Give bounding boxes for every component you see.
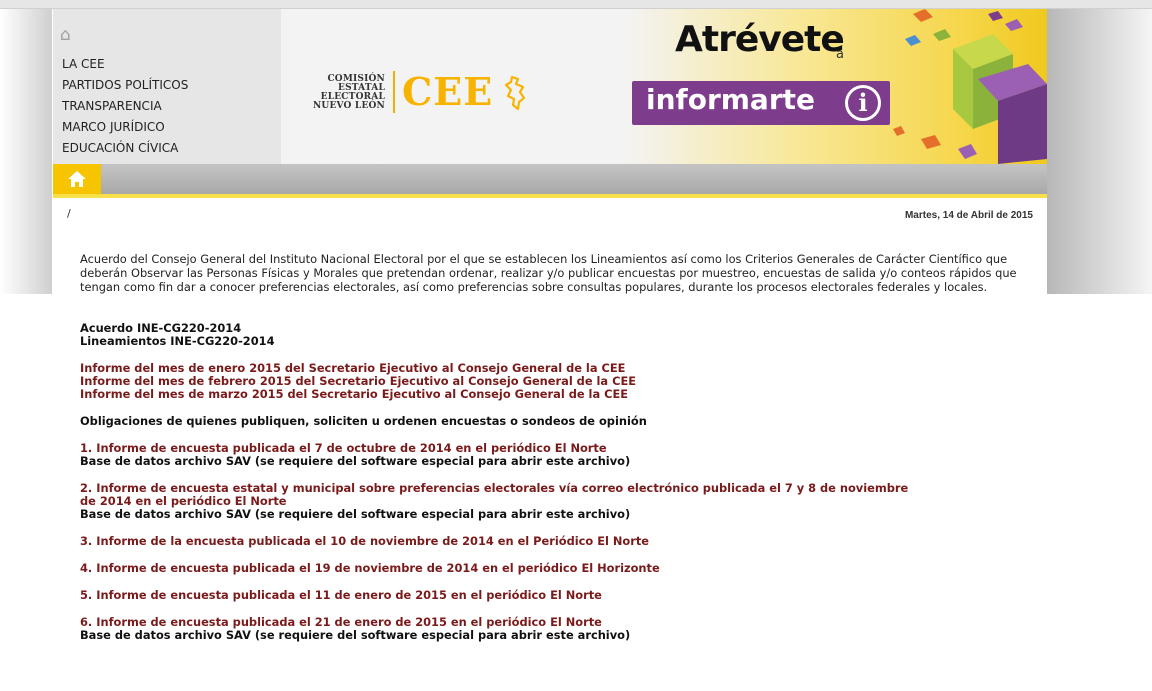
obligaciones-heading: Obligaciones de quienes publiquen, solic…: [80, 414, 647, 428]
encuesta-5-link[interactable]: 5. Informe de encuesta publicada el 11 d…: [80, 589, 1035, 602]
home-button[interactable]: [53, 164, 101, 194]
left-page-margin: [0, 9, 52, 294]
promo-title: Atrévete: [675, 19, 845, 60]
home-icon: [68, 171, 86, 187]
decorative-cubes: [893, 9, 1047, 164]
promo-title-suffix: a: [836, 47, 844, 62]
intro-paragraph: Acuerdo del Consejo General del Institut…: [80, 252, 1017, 294]
encuesta-4-link[interactable]: 4. Informe de encuesta publicada el 19 d…: [80, 562, 1035, 575]
info-icon: i: [845, 85, 881, 121]
encuesta-3-block: 3. Informe de la encuesta publicada el 1…: [80, 535, 1035, 548]
informarte-label: informarte: [646, 83, 816, 116]
informe-marzo-link[interactable]: Informe del mes de marzo 2015 del Secret…: [80, 388, 1035, 401]
site-header: ⌂ LA CEE PARTIDOS POLÍTICOS TRANSPARENCI…: [53, 9, 1047, 164]
right-page-margin: [1047, 9, 1152, 294]
toolbar: [53, 164, 1047, 194]
lineamientos-link[interactable]: Lineamientos INE-CG220-2014: [80, 335, 1035, 348]
acuerdos-block: Acuerdo INE-CG220-2014 Lineamientos INE-…: [80, 322, 1035, 348]
encuesta-1-sav-link[interactable]: Base de datos archivo SAV (se requiere d…: [80, 455, 1035, 468]
encuesta-3-link[interactable]: 3. Informe de la encuesta publicada el 1…: [80, 535, 1035, 548]
encuesta-4-block: 4. Informe de encuesta publicada el 19 d…: [80, 562, 1035, 575]
encuesta-2-sav-link[interactable]: Base de datos archivo SAV (se requiere d…: [80, 508, 1035, 521]
main-content: / Martes, 14 de Abril de 2015 Acuerdo de…: [53, 198, 1047, 691]
encuesta-2-block: 2. Informe de encuesta estatal y municip…: [80, 482, 1035, 521]
informarte-banner[interactable]: informarte i: [632, 81, 890, 125]
browser-top-strip: [0, 0, 1152, 9]
breadcrumb[interactable]: /: [67, 207, 71, 220]
informes-block: Informe del mes de enero 2015 del Secret…: [80, 362, 1035, 401]
encuesta-6-block: 6. Informe de encuesta publicada el 21 d…: [80, 616, 1035, 642]
encuesta-5-block: 5. Informe de encuesta publicada el 11 d…: [80, 589, 1035, 602]
document-links: Acuerdo INE-CG220-2014 Lineamientos INE-…: [80, 322, 1035, 656]
encuesta-6-sav-link[interactable]: Base de datos archivo SAV (se requiere d…: [80, 629, 1035, 642]
current-date: Martes, 14 de Abril de 2015: [904, 210, 1033, 221]
encuesta-1-block: 1. Informe de encuesta publicada el 7 de…: [80, 442, 1035, 468]
